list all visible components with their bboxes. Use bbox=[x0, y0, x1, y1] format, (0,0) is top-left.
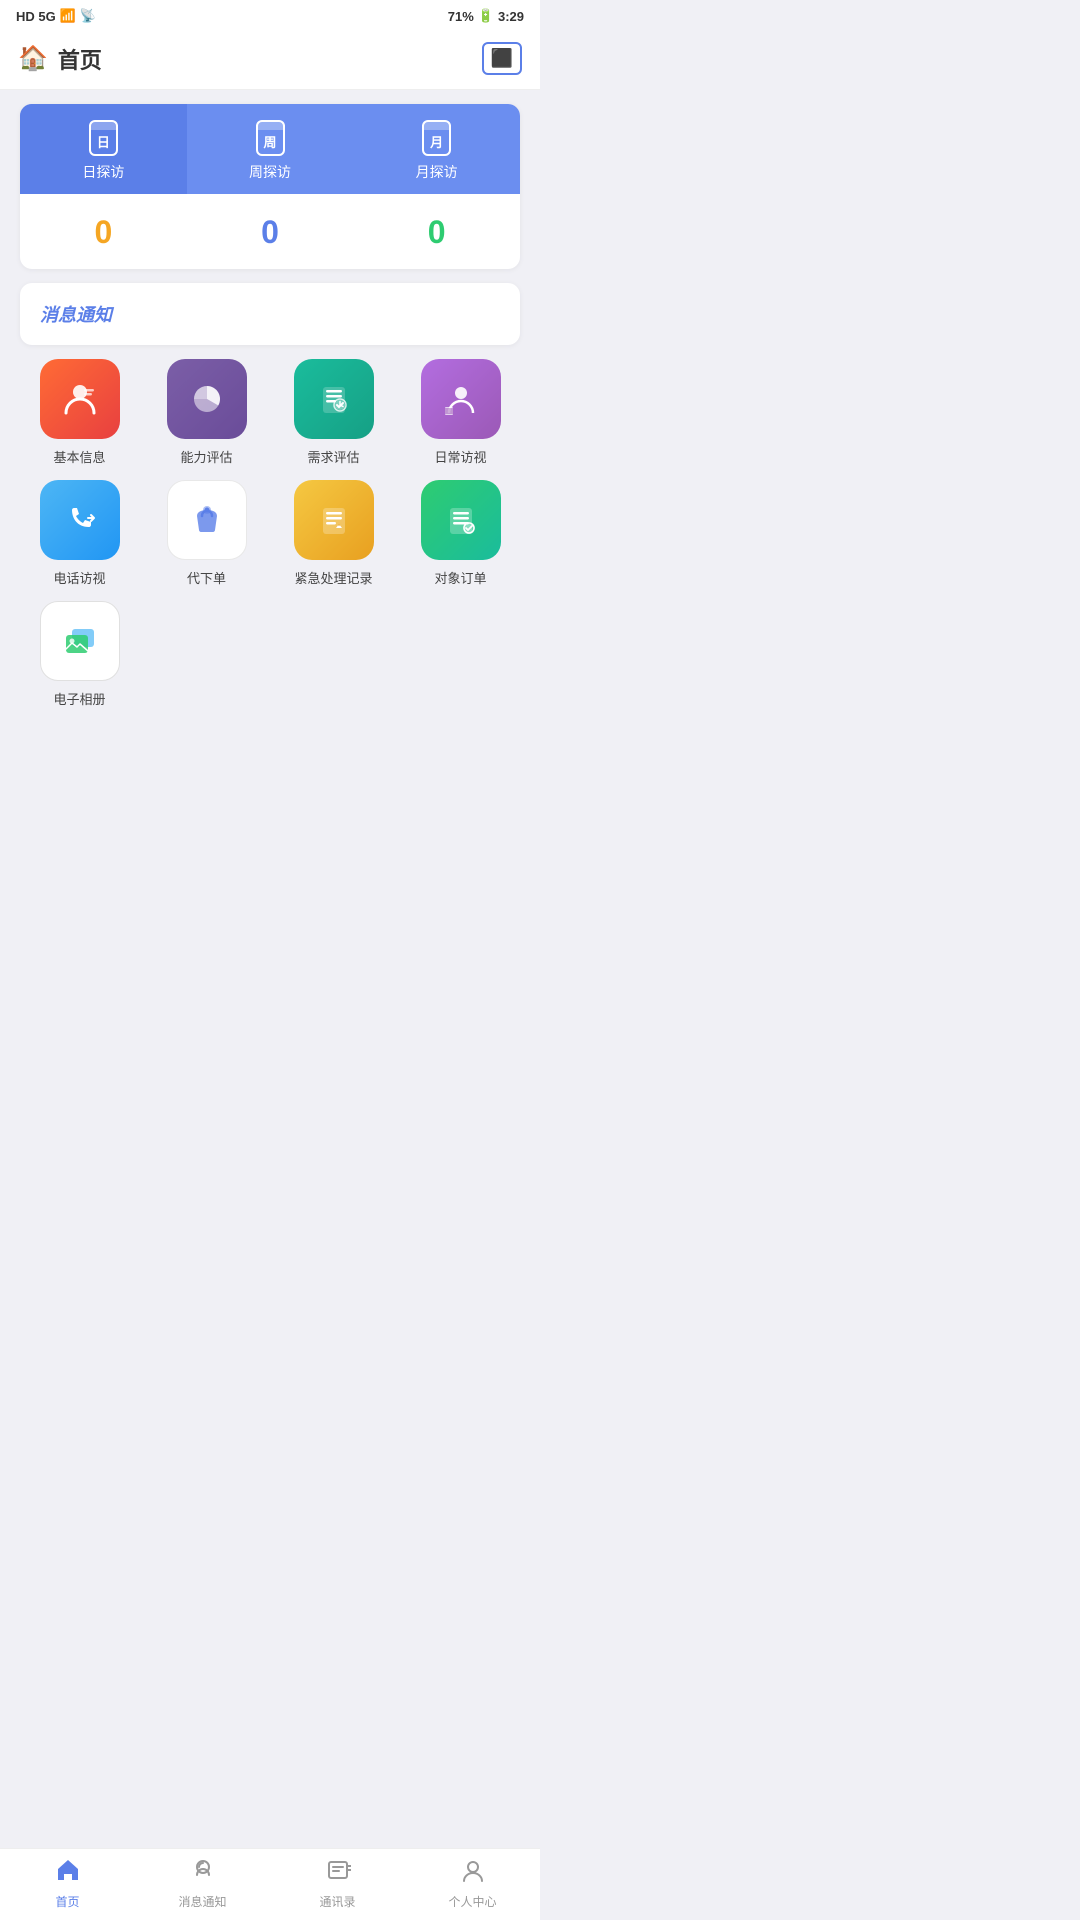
header-left: 🏠 首页 bbox=[18, 43, 102, 75]
ability-eval-label: 能力评估 bbox=[180, 447, 232, 466]
proxy-order-label: 代下单 bbox=[187, 568, 226, 587]
phone-visit-icon bbox=[40, 480, 120, 560]
target-order-label: 对象订单 bbox=[434, 568, 486, 587]
nav-contacts-icon bbox=[325, 1857, 351, 1889]
tab-daily-label: 日探访 bbox=[82, 162, 124, 182]
battery-icon: 🔋 bbox=[478, 8, 494, 24]
tab-weekly-visit[interactable]: 周 周探访 bbox=[187, 104, 354, 194]
grid-item-photo-album[interactable]: 电子相册 bbox=[20, 601, 139, 708]
status-signal-bars: 📶 bbox=[60, 8, 76, 24]
photo-album-label: 电子相册 bbox=[53, 689, 105, 708]
home-icon: 🏠 bbox=[18, 44, 48, 73]
need-eval-label: 需求评估 bbox=[307, 447, 359, 466]
status-left: HD 5G 📶 📡 bbox=[16, 8, 96, 24]
nav-contacts-label: 通讯录 bbox=[319, 1893, 355, 1910]
status-bar: HD 5G 📶 📡 71% 🔋 3:29 bbox=[0, 0, 540, 32]
proxy-order-icon bbox=[167, 480, 247, 560]
status-right: 71% 🔋 3:29 bbox=[448, 8, 524, 24]
visit-counts: 0 0 0 bbox=[20, 194, 520, 269]
basic-info-label: 基本信息 bbox=[53, 447, 105, 466]
need-eval-icon bbox=[294, 359, 374, 439]
nav-home-label: 首页 bbox=[55, 1893, 79, 1910]
tab-monthly-visit[interactable]: 月 月探访 bbox=[353, 104, 520, 194]
nav-item-notification[interactable]: 消息通知 bbox=[135, 1857, 270, 1910]
grid-item-basic-info[interactable]: 基本信息 bbox=[20, 359, 139, 466]
nav-item-home[interactable]: 首页 bbox=[0, 1857, 135, 1910]
visit-tabs: 日 日探访 周 周探访 月 月探访 bbox=[20, 104, 520, 194]
weekly-count: 0 bbox=[187, 214, 354, 251]
photo-album-icon bbox=[40, 601, 120, 681]
grid-item-phone-visit[interactable]: 电话访视 bbox=[20, 480, 139, 587]
clock: 3:29 bbox=[498, 9, 524, 24]
emergency-icon bbox=[294, 480, 374, 560]
nav-notification-icon bbox=[190, 1857, 216, 1889]
tab-daily-visit[interactable]: 日 日探访 bbox=[20, 104, 187, 194]
nav-home-icon bbox=[55, 1857, 81, 1889]
tab-monthly-label: 月探访 bbox=[416, 162, 458, 182]
grid-item-emergency[interactable]: 紧急处理记录 bbox=[274, 480, 393, 587]
grid-item-ability-eval[interactable]: 能力评估 bbox=[147, 359, 266, 466]
daily-visit-label: 日常访视 bbox=[434, 447, 486, 466]
emergency-label: 紧急处理记录 bbox=[294, 568, 372, 587]
phone-visit-label: 电话访视 bbox=[53, 568, 105, 587]
basic-info-icon bbox=[40, 359, 120, 439]
nav-profile-label: 个人中心 bbox=[448, 1893, 496, 1910]
tab-weekly-label: 周探访 bbox=[249, 162, 291, 182]
grid-item-proxy-order[interactable]: 代下单 bbox=[147, 480, 266, 587]
target-order-icon bbox=[421, 480, 501, 560]
bottom-nav: 首页 消息通知 通讯录 个人中心 bbox=[0, 1848, 540, 1920]
daily-count: 0 bbox=[20, 214, 187, 251]
nav-profile-icon bbox=[460, 1857, 486, 1889]
visit-card: 日 日探访 周 周探访 月 月探访 0 0 0 bbox=[20, 104, 520, 269]
grid-item-target-order[interactable]: 对象订单 bbox=[401, 480, 520, 587]
grid-item-need-eval[interactable]: 需求评估 bbox=[274, 359, 393, 466]
monthly-count: 0 bbox=[353, 214, 520, 251]
header: 🏠 首页 ⬛ bbox=[0, 32, 540, 90]
daily-visit-icon bbox=[421, 359, 501, 439]
battery-level: 71% bbox=[448, 9, 474, 24]
status-wifi: 📡 bbox=[80, 8, 96, 24]
status-signal: HD 5G bbox=[16, 9, 56, 24]
nav-item-profile[interactable]: 个人中心 bbox=[405, 1857, 540, 1910]
nav-item-contacts[interactable]: 通讯录 bbox=[270, 1857, 405, 1910]
page-title: 首页 bbox=[58, 43, 102, 75]
notification-card[interactable]: 消息通知 bbox=[20, 283, 520, 345]
nav-notification-label: 消息通知 bbox=[178, 1893, 226, 1910]
notification-title: 消息通知 bbox=[40, 305, 112, 325]
ability-eval-icon bbox=[167, 359, 247, 439]
grid-section: 基本信息 能力评估 bbox=[20, 359, 520, 728]
grid-item-daily-visit[interactable]: 日常访视 bbox=[401, 359, 520, 466]
scan-button[interactable]: ⬛ bbox=[482, 42, 522, 75]
